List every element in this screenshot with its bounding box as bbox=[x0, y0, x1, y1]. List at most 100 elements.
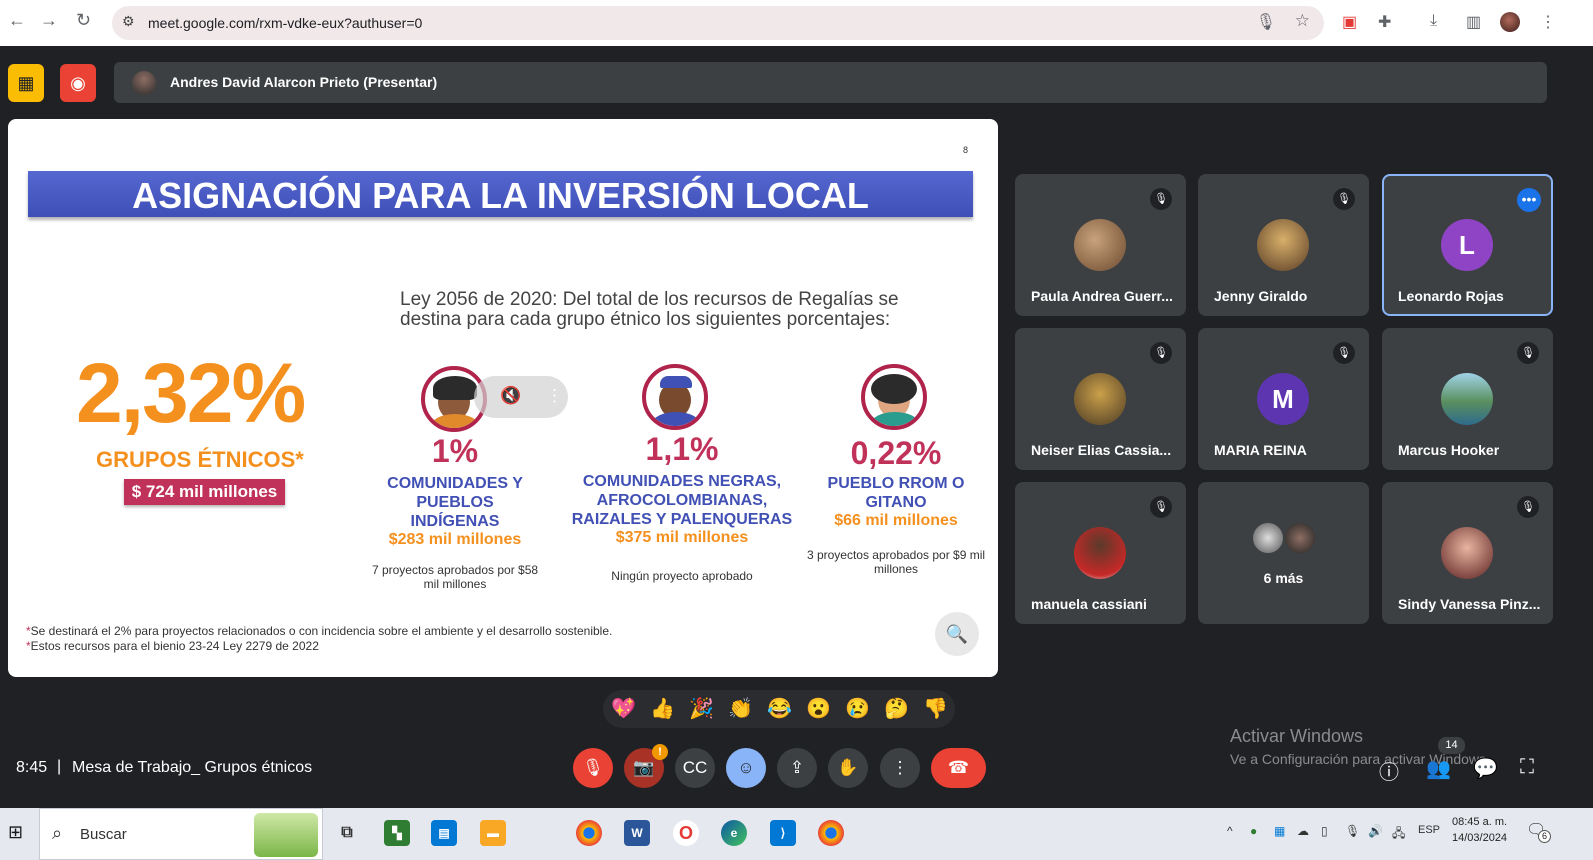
reaction-thinking[interactable]: 🤔 bbox=[884, 696, 909, 721]
bookmark-star-icon[interactable]: ☆ bbox=[1295, 11, 1310, 31]
back-icon[interactable]: ← bbox=[8, 10, 26, 31]
search-placeholder: Buscar bbox=[80, 826, 127, 843]
participant-avatar bbox=[1074, 527, 1126, 579]
taskbar-clock[interactable]: 08:45 a. m. 14/03/2024 bbox=[1452, 814, 1507, 846]
vscode-icon[interactable]: ⟩ bbox=[770, 820, 796, 846]
opera-icon[interactable]: O bbox=[673, 820, 699, 846]
reload-icon[interactable]: ↻ bbox=[76, 10, 91, 31]
group-pct: 1,1% bbox=[645, 431, 719, 467]
record-icon[interactable]: ◉ bbox=[60, 64, 96, 102]
language-indicator[interactable]: ESP bbox=[1418, 824, 1440, 836]
chrome-icon[interactable] bbox=[576, 820, 602, 846]
tray-mic-icon[interactable]: 🎙 bbox=[1345, 824, 1360, 838]
total-amount: $ 724 mil millones bbox=[124, 479, 285, 505]
mic-off-icon: 🎙 bbox=[1517, 342, 1539, 364]
footnote-2: Estos recursos para el bienio 23-24 Ley … bbox=[30, 639, 319, 653]
participant-avatar bbox=[1441, 527, 1493, 579]
captions-off-icon[interactable]: ▦ bbox=[8, 64, 44, 102]
leave-call-button[interactable]: ☎ bbox=[931, 748, 986, 788]
reaction-thumbs-down[interactable]: 👎 bbox=[923, 696, 948, 721]
participant-tile[interactable]: 🎙 Neiser Elias Cassia... bbox=[1015, 328, 1186, 470]
more-options-button[interactable]: ⋮ bbox=[880, 748, 920, 788]
participant-name: Leonardo Rojas bbox=[1398, 288, 1504, 304]
extensions-puzzle-icon[interactable]: ✚ bbox=[1378, 12, 1391, 32]
group-indigenous: 1% COMUNIDADES Y PUEBLOS INDÍGENAS $283 … bbox=[360, 433, 550, 591]
microphone-icon[interactable]: 🎙 bbox=[1256, 12, 1276, 32]
forward-icon[interactable]: → bbox=[40, 10, 58, 31]
chrome-active-icon[interactable] bbox=[818, 820, 844, 846]
present-screen-button[interactable]: ⇪ bbox=[777, 748, 817, 788]
participant-name: Sindy Vanessa Pinz... bbox=[1398, 596, 1541, 612]
reaction-surprised[interactable]: 😮 bbox=[806, 696, 831, 721]
address-bar[interactable]: ⚙ meet.google.com/rxm-vdke-eux?authuser=… bbox=[112, 6, 1324, 40]
slide-page-marker: 8 bbox=[963, 145, 969, 155]
people-icon[interactable]: 👥 bbox=[1426, 756, 1451, 781]
participant-tile[interactable]: 🎙 Paula Andrea Guerr... bbox=[1015, 174, 1186, 316]
tray-app-icon[interactable]: ● bbox=[1250, 824, 1257, 838]
group-note: Ningún proyecto aprobado bbox=[611, 569, 753, 583]
file-explorer-icon[interactable]: ▬ bbox=[480, 820, 506, 846]
clock-time: 08:45 a. m. bbox=[1452, 816, 1508, 828]
zoom-icon[interactable]: 🔍 bbox=[935, 612, 979, 656]
participant-name: Neiser Elias Cassia... bbox=[1031, 442, 1172, 458]
reaction-party[interactable]: 🎉 bbox=[689, 696, 714, 721]
participant-overlay-pill[interactable]: 🔇 ⋮ bbox=[474, 376, 568, 418]
activities-icon[interactable]: ⛶ bbox=[1520, 756, 1534, 779]
slide-footnotes: *Se destinará el 2% para proyectos relac… bbox=[26, 624, 612, 654]
reaction-sad[interactable]: 😢 bbox=[845, 696, 870, 721]
notification-count: 6 bbox=[1538, 830, 1551, 843]
more-options-icon[interactable]: ••• bbox=[1517, 188, 1541, 212]
profile-avatar[interactable] bbox=[1500, 12, 1520, 32]
participant-tile[interactable]: 🎙 Marcus Hooker bbox=[1382, 328, 1553, 470]
download-icon[interactable]: ⤓ bbox=[1430, 12, 1437, 30]
more-participants-tile[interactable]: 6 más bbox=[1198, 482, 1369, 624]
network-icon[interactable]: 🖧 bbox=[1392, 824, 1405, 845]
windows-start-icon[interactable]: ⊞ bbox=[8, 822, 23, 843]
word-icon[interactable]: W bbox=[624, 820, 650, 846]
widgets-icon[interactable]: ▚ bbox=[384, 820, 410, 846]
slide-title: ASIGNACIÓN PARA LA INVERSIÓN LOCAL bbox=[132, 175, 869, 216]
participant-tile[interactable]: 🎙 M MARIA REINA bbox=[1198, 328, 1369, 470]
group-amount: $375 mil millones bbox=[615, 529, 749, 546]
reaction-heart[interactable]: 💖 bbox=[611, 696, 636, 721]
presenter-avatar bbox=[132, 71, 156, 95]
reaction-clap[interactable]: 👏 bbox=[728, 696, 753, 721]
mic-off-button[interactable]: 🎙 bbox=[573, 748, 613, 788]
emoji-button[interactable]: ☺ bbox=[726, 748, 766, 788]
shared-slide: 8 ASIGNACIÓN PARA LA INVERSIÓN LOCAL Ley… bbox=[8, 119, 998, 677]
participant-avatar bbox=[1074, 219, 1126, 271]
reaction-laugh[interactable]: 😂 bbox=[767, 696, 792, 721]
side-panel-icon[interactable]: ▥ bbox=[1466, 12, 1481, 32]
captions-button[interactable]: CC bbox=[675, 748, 715, 788]
ley-text: Ley 2056 de 2020: Del total de los recur… bbox=[400, 289, 899, 330]
muted-overlay-icon[interactable]: 🔇 bbox=[500, 386, 521, 406]
tray-device-icon[interactable]: ▯ bbox=[1321, 824, 1328, 838]
tray-app-icon[interactable]: ▦ bbox=[1274, 824, 1285, 838]
taskbar-search[interactable]: ⌕ Buscar bbox=[39, 808, 323, 860]
reactions-bar: 💖 👍 🎉 👏 😂 😮 😢 🤔 👎 bbox=[603, 690, 955, 728]
participant-tile[interactable]: 🎙 Sindy Vanessa Pinz... bbox=[1382, 482, 1553, 624]
edge-icon[interactable]: e bbox=[721, 820, 747, 846]
participant-name: Marcus Hooker bbox=[1398, 442, 1500, 458]
camera-off-button[interactable]: 📷 ! bbox=[624, 744, 668, 788]
task-view-icon[interactable]: ⧉ bbox=[334, 820, 360, 846]
participant-tile[interactable]: 🎙 manuela cassiani bbox=[1015, 482, 1186, 624]
volume-icon[interactable]: 🔊 bbox=[1368, 824, 1383, 838]
browser-menu-icon[interactable]: ⋮ bbox=[1540, 12, 1556, 32]
more-options-overlay-icon[interactable]: ⋮ bbox=[546, 386, 563, 406]
reaction-thumbs-up[interactable]: 👍 bbox=[650, 696, 675, 721]
chat-icon[interactable]: 💬 bbox=[1473, 756, 1498, 781]
tray-expand-icon[interactable]: ^ bbox=[1227, 824, 1233, 838]
store-icon[interactable]: ▤ bbox=[431, 820, 457, 846]
raise-hand-button[interactable]: ✋ bbox=[828, 748, 868, 788]
info-icon[interactable]: ⓘ bbox=[1379, 756, 1399, 785]
participant-tile[interactable]: 🎙 Jenny Giraldo bbox=[1198, 174, 1369, 316]
afro-portrait-icon bbox=[642, 364, 708, 430]
url-text[interactable]: meet.google.com/rxm-vdke-eux?authuser=0 bbox=[148, 15, 422, 31]
participant-tile-active[interactable]: ••• L Leonardo Rojas bbox=[1382, 174, 1553, 316]
warning-badge-icon: ! bbox=[652, 744, 668, 760]
recorder-extension-icon[interactable]: ▣ bbox=[1342, 12, 1357, 32]
onedrive-icon[interactable]: ☁ bbox=[1297, 824, 1309, 838]
group-note: 7 proyectos aprobados por $58 mil millon… bbox=[371, 563, 539, 591]
site-settings-icon[interactable]: ⚙ bbox=[122, 13, 135, 30]
